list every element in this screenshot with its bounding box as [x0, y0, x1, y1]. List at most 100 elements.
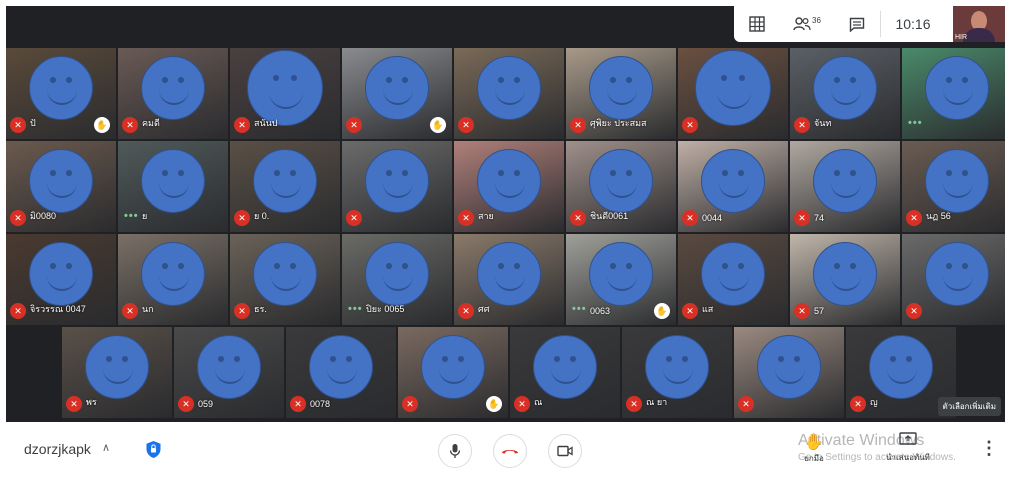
participant-name: พร — [86, 397, 97, 407]
participant-tile[interactable]: ✕ — [454, 48, 564, 139]
mic-muted-icon: ✕ — [738, 396, 754, 412]
participant-tile[interactable]: ✕ 059 — [174, 327, 284, 418]
smiley-face-overlay — [253, 242, 317, 307]
participant-name: มิ0080 — [30, 211, 56, 221]
smiley-face-overlay — [813, 149, 877, 214]
participant-tile[interactable]: ✕ ✋ — [398, 327, 508, 418]
participant-name: 0044 — [702, 213, 723, 223]
participant-tile[interactable]: ✕ นก — [118, 234, 228, 325]
participant-tile[interactable]: ✕ ✋ — [342, 48, 452, 139]
mic-muted-icon: ✕ — [682, 303, 698, 319]
participant-tile[interactable]: ✕ ธร. — [230, 234, 340, 325]
participant-name: ปั — [30, 118, 36, 128]
camera-icon — [557, 445, 573, 457]
participant-tile[interactable]: ✕ ปั ✋ — [6, 48, 116, 139]
mic-muted-icon: ✕ — [682, 210, 698, 226]
participant-tile[interactable]: ✕ ย 0. — [230, 141, 340, 232]
participant-tile[interactable]: ✕ สนันป — [230, 48, 340, 139]
people-icon — [793, 17, 811, 31]
microphone-icon — [449, 444, 461, 458]
participant-name: ญ — [870, 397, 878, 407]
participant-tile[interactable]: ✕ ศุพิยะ ประสมส — [566, 48, 676, 139]
participant-tile[interactable]: ✕ คมดี — [118, 48, 228, 139]
smiley-face-overlay — [247, 50, 323, 127]
layout-button[interactable] — [734, 6, 780, 42]
chevron-up-icon[interactable]: ∧ — [102, 441, 110, 454]
self-view[interactable]: HIR — [953, 6, 1005, 42]
smiley-face-overlay — [29, 242, 93, 307]
participant-tile[interactable]: ✕ จิรวรรณ 0047 — [6, 234, 116, 325]
participant-name: 059 — [198, 399, 214, 409]
speaking-indicator-icon: ••• — [124, 210, 139, 222]
participant-tile[interactable]: ✕ นฏ 56 — [902, 141, 1005, 232]
participant-tile[interactable]: ✕ พร — [62, 327, 172, 418]
participant-tile[interactable]: ✕ 0044 — [678, 141, 788, 232]
participant-tile[interactable]: ✕ ณ — [510, 327, 620, 418]
participant-name: 57 — [814, 306, 825, 316]
mic-muted-icon: ✕ — [458, 210, 474, 226]
participant-tile[interactable]: ✕ — [734, 327, 844, 418]
participant-tile[interactable]: ✕ 74 — [790, 141, 900, 232]
participant-tile[interactable]: ••• ปิยะ 0065 — [342, 234, 452, 325]
participant-tile[interactable]: ✕ จันท — [790, 48, 900, 139]
tile-row-3: ✕ จิรวรรณ 0047 ✕ นก ✕ ธร. ••• ปิยะ 0065 ✕ ศศ ••• 00… — [6, 234, 1005, 325]
smiley-face-overlay — [757, 335, 821, 400]
smiley-face-overlay — [695, 50, 771, 127]
mic-muted-icon: ✕ — [346, 210, 362, 226]
participant-tile[interactable]: ✕ ณ ยา — [622, 327, 732, 418]
participant-tile[interactable]: ✕ มิ0080 — [6, 141, 116, 232]
participant-tile[interactable]: ✕ — [342, 141, 452, 232]
smiley-face-overlay — [813, 242, 877, 307]
participant-name: แส — [702, 304, 714, 314]
smiley-face-overlay — [925, 56, 989, 121]
more-options-button[interactable]: ⋮ — [980, 438, 998, 459]
participant-tile[interactable]: ✕ สาย — [454, 141, 564, 232]
participant-tile[interactable]: ✕ — [902, 234, 1005, 325]
self-body — [963, 28, 995, 42]
raised-hand-icon: ✋ — [94, 117, 110, 133]
chat-button[interactable] — [834, 6, 880, 42]
participant-tile[interactable]: ✕ แส — [678, 234, 788, 325]
meeting-code[interactable]: dzorzjkapk — [24, 441, 91, 457]
smiley-face-overlay — [29, 149, 93, 214]
participant-tile[interactable]: ••• — [902, 48, 1005, 139]
grid-layout-icon — [749, 16, 765, 32]
present-screen-icon — [899, 432, 917, 445]
microphone-button[interactable] — [438, 434, 472, 468]
participant-tile[interactable]: ✕ ศศ — [454, 234, 564, 325]
participant-tile[interactable]: ✕ ชินดี0061 — [566, 141, 676, 232]
mic-muted-icon: ✕ — [234, 210, 250, 226]
participant-tile[interactable]: ••• ย — [118, 141, 228, 232]
more-options-label[interactable]: ตัวเลือกเพิ่มเติม — [937, 397, 1001, 416]
smiley-face-overlay — [253, 149, 317, 214]
shield-icon[interactable] — [145, 440, 162, 459]
mic-muted-icon: ✕ — [794, 303, 810, 319]
mic-muted-icon: ✕ — [66, 396, 82, 412]
mic-muted-icon: ✕ — [458, 303, 474, 319]
participants-button[interactable]: 36 — [780, 6, 834, 42]
end-call-button[interactable] — [493, 434, 527, 468]
raise-hand-button[interactable]: ✋ ยกมือ — [796, 432, 832, 465]
participant-count: 36 — [812, 15, 821, 25]
present-now-button[interactable]: นำเสนอทันที — [876, 432, 940, 464]
participant-name: ย — [142, 211, 148, 221]
mic-muted-icon: ✕ — [626, 396, 642, 412]
participant-tile[interactable]: ✕ — [678, 48, 788, 139]
mic-muted-icon: ✕ — [794, 117, 810, 133]
participant-name: ปิยะ 0065 — [366, 304, 405, 314]
camera-button[interactable] — [548, 434, 582, 468]
participant-name: สาย — [478, 211, 494, 221]
participant-name: ชินดี0061 — [590, 211, 629, 221]
smiley-face-overlay — [29, 56, 93, 121]
control-bar: dzorzjkapk ∧ Activate Windows Go to Sett… — [6, 422, 1005, 477]
participant-tile[interactable]: ••• 0063 ✋ — [566, 234, 676, 325]
raise-hand-label: ยกมือ — [804, 454, 824, 463]
smiley-face-overlay — [477, 242, 541, 307]
mic-muted-icon: ✕ — [402, 396, 418, 412]
participant-tile[interactable]: ✕ 57 — [790, 234, 900, 325]
smiley-face-overlay — [925, 242, 989, 307]
participant-name: นก — [142, 304, 154, 314]
participant-tile[interactable]: ✕ 0078 — [286, 327, 396, 418]
smiley-face-overlay — [477, 149, 541, 214]
tile-row-1: ✕ ปั ✋ ✕ คมดี ✕ สนันป ✕ ✋ ✕ ✕ ศุพิยะ ประสมส ✕ ✕ จันท ••… — [6, 48, 1005, 139]
